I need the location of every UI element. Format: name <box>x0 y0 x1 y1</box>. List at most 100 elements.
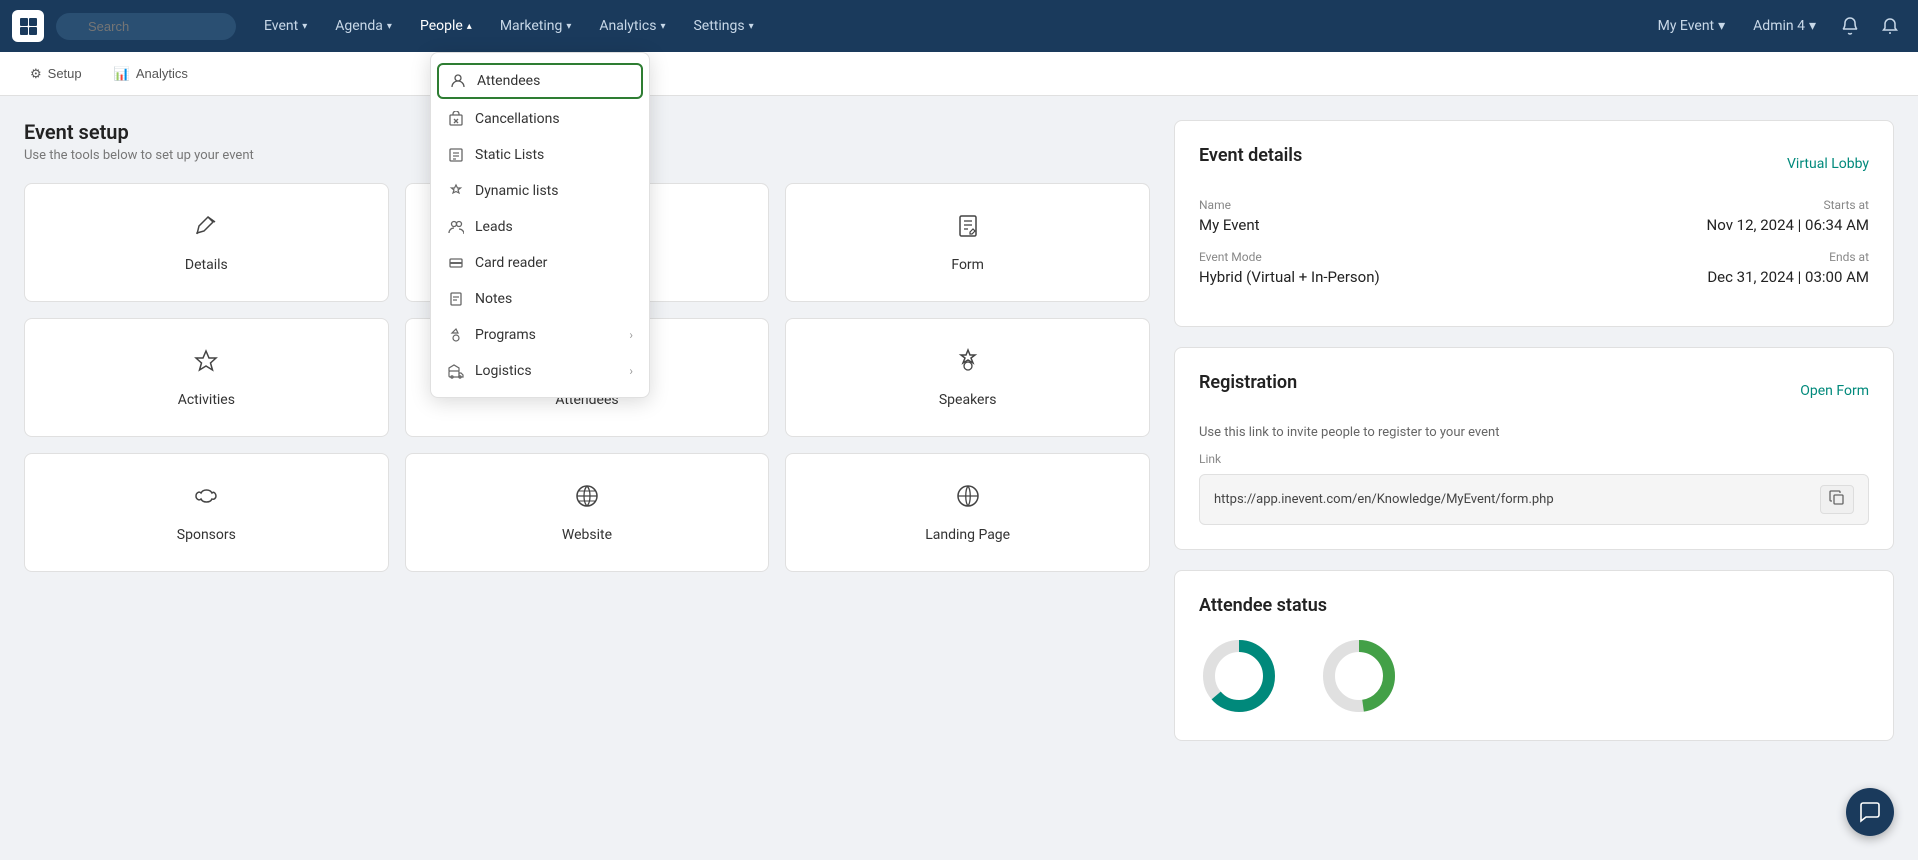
ends-at-value: Dec 31, 2024 | 03:00 AM <box>1546 268 1869 286</box>
website-icon <box>573 482 601 517</box>
dropdown-attendees[interactable]: Attendees <box>437 63 643 99</box>
programs-icon <box>447 326 465 344</box>
cancellations-icon <box>447 110 465 128</box>
landing-page-icon <box>954 482 982 517</box>
setup-icon: ⚙ <box>30 66 42 82</box>
nav-agenda[interactable]: Agenda ▾ <box>323 12 404 40</box>
chevron-down-icon: ▾ <box>660 21 665 32</box>
nav-marketing[interactable]: Marketing ▾ <box>488 12 584 40</box>
event-mode-value: Hybrid (Virtual + In-Person) <box>1199 268 1522 286</box>
people-dropdown: Attendees Cancellations Static Lists <box>430 52 650 398</box>
copy-link-button[interactable] <box>1820 485 1854 514</box>
event-details-header: Event details Virtual Lobby <box>1199 145 1869 182</box>
card-activities-label: Activities <box>178 392 235 408</box>
analytics-button[interactable]: 📊 Analytics <box>100 60 202 88</box>
nav-people[interactable]: People ▴ <box>408 12 484 40</box>
dropdown-programs[interactable]: Programs › <box>431 317 649 353</box>
top-nav: 🔍 Event ▾ Agenda ▾ People ▴ Marketing ▾ … <box>0 0 1918 52</box>
card-details-label: Details <box>185 257 228 273</box>
leads-icon <box>447 218 465 236</box>
dropdown-dynamic-lists[interactable]: Dynamic lists <box>431 173 649 209</box>
dropdown-static-lists[interactable]: Static Lists <box>431 137 649 173</box>
link-label: Link <box>1199 452 1869 466</box>
card-activities[interactable]: Activities <box>24 318 389 437</box>
notes-icon <box>447 290 465 308</box>
bell-icon[interactable] <box>1874 10 1906 42</box>
card-form-label: Form <box>951 257 984 273</box>
attendee-status-title: Attendee status <box>1199 595 1869 616</box>
main-content: Event setup Use the tools below to set u… <box>0 96 1918 860</box>
event-name-label: Name <box>1199 198 1522 212</box>
admin-button[interactable]: Admin 4 ▾ <box>1743 12 1826 40</box>
attendee-status-charts <box>1199 620 1869 716</box>
chevron-right-icon: › <box>629 328 633 342</box>
starts-at-label: Starts at <box>1546 198 1869 212</box>
sub-nav: ⚙ Setup 📊 Analytics <box>0 52 1918 96</box>
chevron-down-icon: ▾ <box>302 21 307 32</box>
card-form[interactable]: Form <box>785 183 1150 302</box>
attendee-status-card: Attendee status <box>1174 570 1894 741</box>
registration-card: Registration Open Form Use this link to … <box>1174 347 1894 550</box>
nav-event[interactable]: Event ▾ <box>252 12 319 40</box>
status-chart-2 <box>1319 636 1399 716</box>
registration-description: Use this link to invite people to regist… <box>1199 425 1869 440</box>
notification-icon[interactable] <box>1834 10 1866 42</box>
card-sponsors-label: Sponsors <box>177 527 236 543</box>
open-form-link[interactable]: Open Form <box>1800 383 1869 399</box>
logistics-icon <box>447 362 465 380</box>
registration-header: Registration Open Form <box>1199 372 1869 409</box>
setup-button[interactable]: ⚙ Setup <box>16 60 96 88</box>
registration-title: Registration <box>1199 372 1297 393</box>
starts-at-value: Nov 12, 2024 | 06:34 AM <box>1546 216 1869 234</box>
event-name-row: Name My Event Starts at Nov 12, 2024 | 0… <box>1199 198 1869 234</box>
analytics-icon: 📊 <box>114 66 130 82</box>
nav-settings[interactable]: Settings ▾ <box>681 12 765 40</box>
chevron-down-icon: ▾ <box>1809 18 1816 34</box>
registration-link: https://app.inevent.com/en/Knowledge/MyE… <box>1214 492 1812 507</box>
right-panel: Event details Virtual Lobby Name My Even… <box>1174 120 1894 836</box>
speakers-icon <box>954 347 982 382</box>
details-icon <box>192 212 220 247</box>
card-landing-page[interactable]: Landing Page <box>785 453 1150 572</box>
search-input[interactable] <box>56 13 236 40</box>
card-website[interactable]: Website <box>405 453 770 572</box>
dropdown-logistics[interactable]: Logistics › <box>431 353 649 389</box>
static-lists-icon <box>447 146 465 164</box>
event-name-value: My Event <box>1199 216 1522 234</box>
ends-at-col: Ends at Dec 31, 2024 | 03:00 AM <box>1546 250 1869 286</box>
virtual-lobby-link[interactable]: Virtual Lobby <box>1787 156 1869 172</box>
card-website-label: Website <box>562 527 612 543</box>
dropdown-card-reader[interactable]: Card reader <box>431 245 649 281</box>
card-details[interactable]: Details <box>24 183 389 302</box>
card-speakers[interactable]: Speakers <box>785 318 1150 437</box>
dynamic-lists-icon <box>447 182 465 200</box>
attendees-icon <box>449 72 467 90</box>
chevron-right-icon: › <box>629 364 633 378</box>
card-landing-page-label: Landing Page <box>925 527 1010 543</box>
dropdown-notes[interactable]: Notes <box>431 281 649 317</box>
event-mode-row: Event Mode Hybrid (Virtual + In-Person) … <box>1199 250 1869 286</box>
nav-right: My Event ▾ Admin 4 ▾ <box>1648 10 1906 42</box>
card-sponsors[interactable]: Sponsors <box>24 453 389 572</box>
form-icon <box>954 212 982 247</box>
nav-analytics[interactable]: Analytics ▾ <box>587 12 677 40</box>
event-details-card: Event details Virtual Lobby Name My Even… <box>1174 120 1894 327</box>
dropdown-leads[interactable]: Leads <box>431 209 649 245</box>
chevron-down-icon: ▾ <box>749 21 754 32</box>
link-input-row: https://app.inevent.com/en/Knowledge/MyE… <box>1199 474 1869 525</box>
my-event-button[interactable]: My Event ▾ <box>1648 12 1736 40</box>
chat-fab[interactable] <box>1846 788 1894 836</box>
chevron-down-icon: ▾ <box>566 21 571 32</box>
card-reader-icon <box>447 254 465 272</box>
sponsors-icon <box>192 482 220 517</box>
ends-at-label: Ends at <box>1546 250 1869 264</box>
activities-icon <box>192 347 220 382</box>
chevron-down-icon: ▾ <box>1718 18 1725 34</box>
event-details-title: Event details <box>1199 145 1302 166</box>
app-logo[interactable] <box>12 10 44 42</box>
search-wrapper: 🔍 <box>56 13 236 40</box>
chevron-down-icon: ▾ <box>387 21 392 32</box>
card-speakers-label: Speakers <box>939 392 997 408</box>
event-name-col: Name My Event <box>1199 198 1522 234</box>
dropdown-cancellations[interactable]: Cancellations <box>431 101 649 137</box>
